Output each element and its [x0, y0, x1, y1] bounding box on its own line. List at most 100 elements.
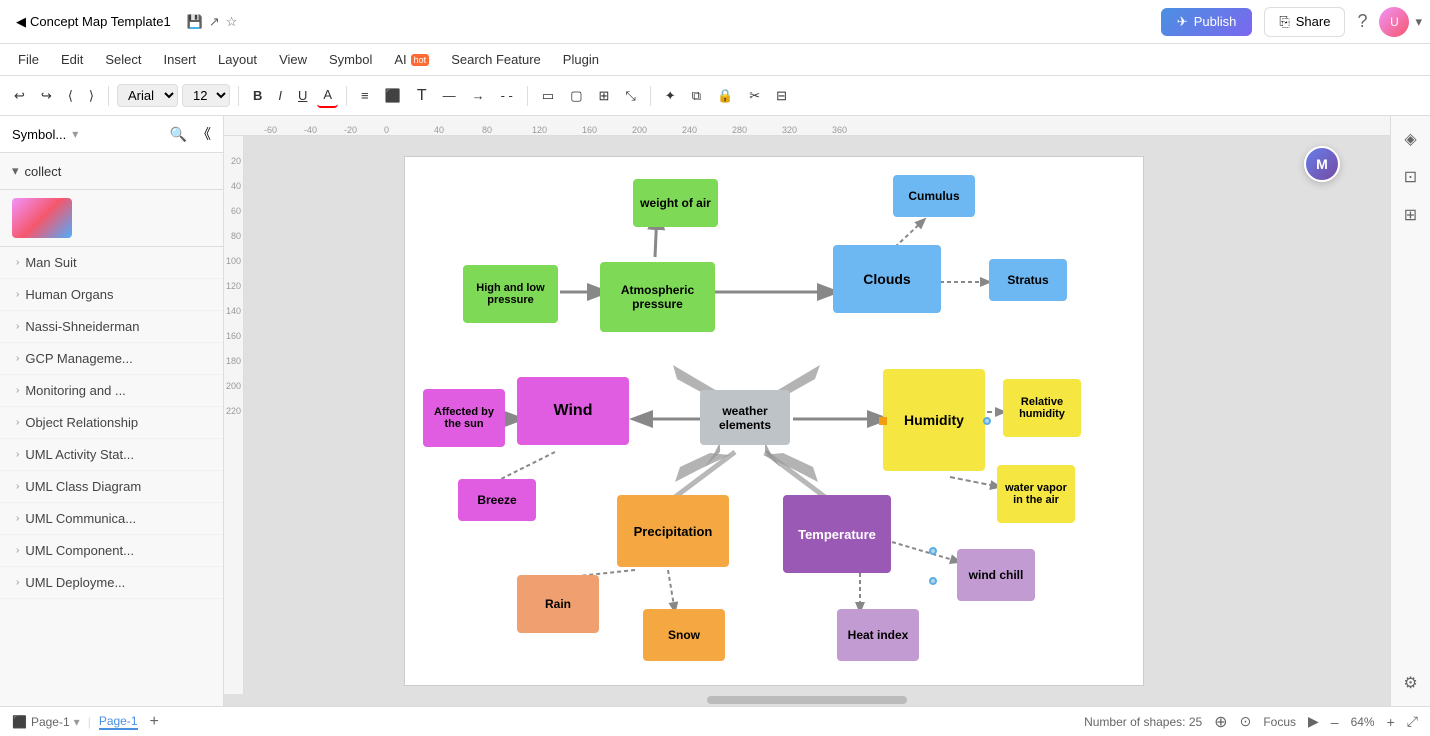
- node-water-vapor[interactable]: water vapor in the air: [997, 465, 1075, 523]
- save-icon[interactable]: 💾: [187, 14, 203, 30]
- menu-plugin[interactable]: Plugin: [553, 48, 609, 71]
- thumbnail-image[interactable]: [12, 198, 72, 238]
- layers-icon[interactable]: ⊕: [1214, 712, 1227, 732]
- prev-button[interactable]: ⟨: [62, 84, 79, 108]
- font-size-select[interactable]: 12: [182, 84, 230, 107]
- next-button[interactable]: ⟩: [83, 84, 100, 108]
- node-clouds[interactable]: Clouds: [833, 245, 941, 313]
- scroll-thumb[interactable]: [707, 696, 907, 704]
- sidebar-item-object-relationship[interactable]: › Object Relationship: [0, 407, 223, 439]
- lock-button[interactable]: 🔒: [711, 84, 739, 108]
- node-high-low-pressure[interactable]: High and low pressure: [463, 265, 558, 323]
- sidebar-item-uml-activity[interactable]: › UML Activity Stat...: [0, 439, 223, 471]
- line-button[interactable]: —: [437, 84, 462, 107]
- menu-layout[interactable]: Layout: [208, 48, 267, 71]
- ai-circle-button[interactable]: M: [1304, 146, 1340, 182]
- arrow-button[interactable]: →: [466, 84, 491, 107]
- align-center-button[interactable]: T: [411, 83, 433, 109]
- avatar-dropdown[interactable]: ▾: [1415, 14, 1422, 30]
- publish-button[interactable]: ✈ Publish: [1161, 8, 1253, 36]
- node-cumulus[interactable]: Cumulus: [893, 175, 975, 217]
- right-panel-page-button[interactable]: ⊡: [1396, 162, 1426, 192]
- add-page-button[interactable]: +: [150, 713, 159, 731]
- bold-button[interactable]: B: [247, 84, 268, 107]
- sidebar-item-nassi[interactable]: › Nassi-Shneiderman: [0, 311, 223, 343]
- play-icon[interactable]: ▶: [1308, 713, 1319, 730]
- redo-button[interactable]: ↪: [35, 84, 58, 108]
- focus-icon[interactable]: ⊙: [1240, 713, 1252, 730]
- export-icon[interactable]: ↗: [209, 14, 220, 30]
- page-layout-icon[interactable]: ⬛: [12, 715, 27, 729]
- fit-page-button[interactable]: ⤢: [1407, 713, 1418, 730]
- share-button[interactable]: ⎘ Share: [1264, 7, 1345, 37]
- right-panel-settings-button[interactable]: ⚙: [1396, 668, 1426, 698]
- node-heat-index[interactable]: Heat index: [837, 609, 919, 661]
- sidebar-item-uml-class[interactable]: › UML Class Diagram: [0, 471, 223, 503]
- node-rain[interactable]: Rain: [517, 575, 599, 633]
- node-weight-of-air[interactable]: weight of air: [633, 179, 718, 227]
- node-wind-chill[interactable]: wind chill: [957, 549, 1035, 601]
- node-humidity[interactable]: Humidity: [883, 369, 985, 471]
- menu-symbol[interactable]: Symbol: [319, 48, 382, 71]
- node-weather-elements[interactable]: weather elements: [700, 390, 790, 445]
- sidebar-item-monitoring[interactable]: › Monitoring and ...: [0, 375, 223, 407]
- zoom-in-button[interactable]: +: [1387, 714, 1395, 730]
- page-dropdown-icon[interactable]: ▾: [74, 715, 80, 729]
- sidebar-item-uml-communica[interactable]: › UML Communica...: [0, 503, 223, 535]
- topbar: ◀ Concept Map Template1 💾 ↗ ☆ ✈ Publish …: [0, 0, 1430, 44]
- rounded-button[interactable]: ▢: [564, 84, 588, 108]
- sidebar-search-icon[interactable]: 🔍: [170, 126, 187, 143]
- node-breeze[interactable]: Breeze: [458, 479, 536, 521]
- sparkle-button[interactable]: ✦: [659, 84, 682, 108]
- menu-edit[interactable]: Edit: [51, 48, 93, 71]
- sidebar-item-gcp[interactable]: › GCP Manageme...: [0, 343, 223, 375]
- sidebar-collapse-icon[interactable]: 《: [197, 124, 211, 144]
- node-affected-by-sun[interactable]: Affected by the sun: [423, 389, 505, 447]
- container-button[interactable]: ⊞: [592, 84, 615, 108]
- node-precipitation[interactable]: Precipitation: [617, 495, 729, 567]
- canvas[interactable]: weather elements Atmospheric pressure we…: [244, 136, 1390, 694]
- sidebar-header: Symbol... ▾ 🔍 《: [0, 116, 223, 153]
- sidebar-item-uml-component[interactable]: › UML Component...: [0, 535, 223, 567]
- text-align-button[interactable]: ≡: [355, 84, 375, 107]
- node-relative-humidity[interactable]: Relative humidity: [1003, 379, 1081, 437]
- menu-ai[interactable]: AI hot: [384, 48, 439, 71]
- cut-button[interactable]: ✂: [743, 84, 766, 108]
- menu-insert[interactable]: Insert: [154, 48, 207, 71]
- node-temperature[interactable]: Temperature: [783, 495, 891, 573]
- active-page-tab[interactable]: Page-1: [99, 714, 138, 730]
- underline-button[interactable]: U: [292, 84, 313, 107]
- horizontal-scrollbar[interactable]: [224, 694, 1390, 706]
- expand-button[interactable]: ⤡: [619, 84, 641, 108]
- back-button[interactable]: ◀ Concept Map Template1: [8, 10, 179, 34]
- node-wind[interactable]: Wind: [517, 377, 629, 445]
- align-left-button[interactable]: ⬛: [379, 84, 407, 108]
- table-button[interactable]: ⊟: [770, 84, 793, 108]
- collect-row[interactable]: ▾ collect: [12, 159, 211, 183]
- right-panel-grid-button[interactable]: ⊞: [1396, 200, 1426, 230]
- undo-button[interactable]: ↩: [8, 84, 31, 108]
- italic-button[interactable]: I: [272, 84, 288, 107]
- zoom-level[interactable]: 64%: [1351, 715, 1375, 729]
- menu-select[interactable]: Select: [95, 48, 151, 71]
- focus-label[interactable]: Focus: [1263, 715, 1296, 729]
- zoom-out-button[interactable]: –: [1331, 714, 1339, 730]
- font-color-button[interactable]: A: [317, 83, 338, 108]
- shape-button[interactable]: ▭: [536, 84, 560, 108]
- avatar[interactable]: U: [1379, 7, 1409, 37]
- menu-search-feature[interactable]: Search Feature: [441, 48, 551, 71]
- dash-button[interactable]: - -: [495, 84, 519, 107]
- star-icon[interactable]: ☆: [226, 14, 238, 30]
- sidebar-item-man-suit[interactable]: › Man Suit: [0, 247, 223, 279]
- help-button[interactable]: ?: [1357, 11, 1367, 32]
- node-snow[interactable]: Snow: [643, 609, 725, 661]
- menu-file[interactable]: File: [8, 48, 49, 71]
- font-family-select[interactable]: Arial: [117, 84, 178, 107]
- sidebar-item-uml-deploy[interactable]: › UML Deployme...: [0, 567, 223, 599]
- sidebar-item-human-organs[interactable]: › Human Organs: [0, 279, 223, 311]
- right-panel-format-button[interactable]: ◈: [1396, 124, 1426, 154]
- menu-view[interactable]: View: [269, 48, 317, 71]
- node-atmospheric-pressure[interactable]: Atmospheric pressure: [600, 262, 715, 332]
- node-stratus[interactable]: Stratus: [989, 259, 1067, 301]
- plugin2-button[interactable]: ⧉: [686, 84, 707, 108]
